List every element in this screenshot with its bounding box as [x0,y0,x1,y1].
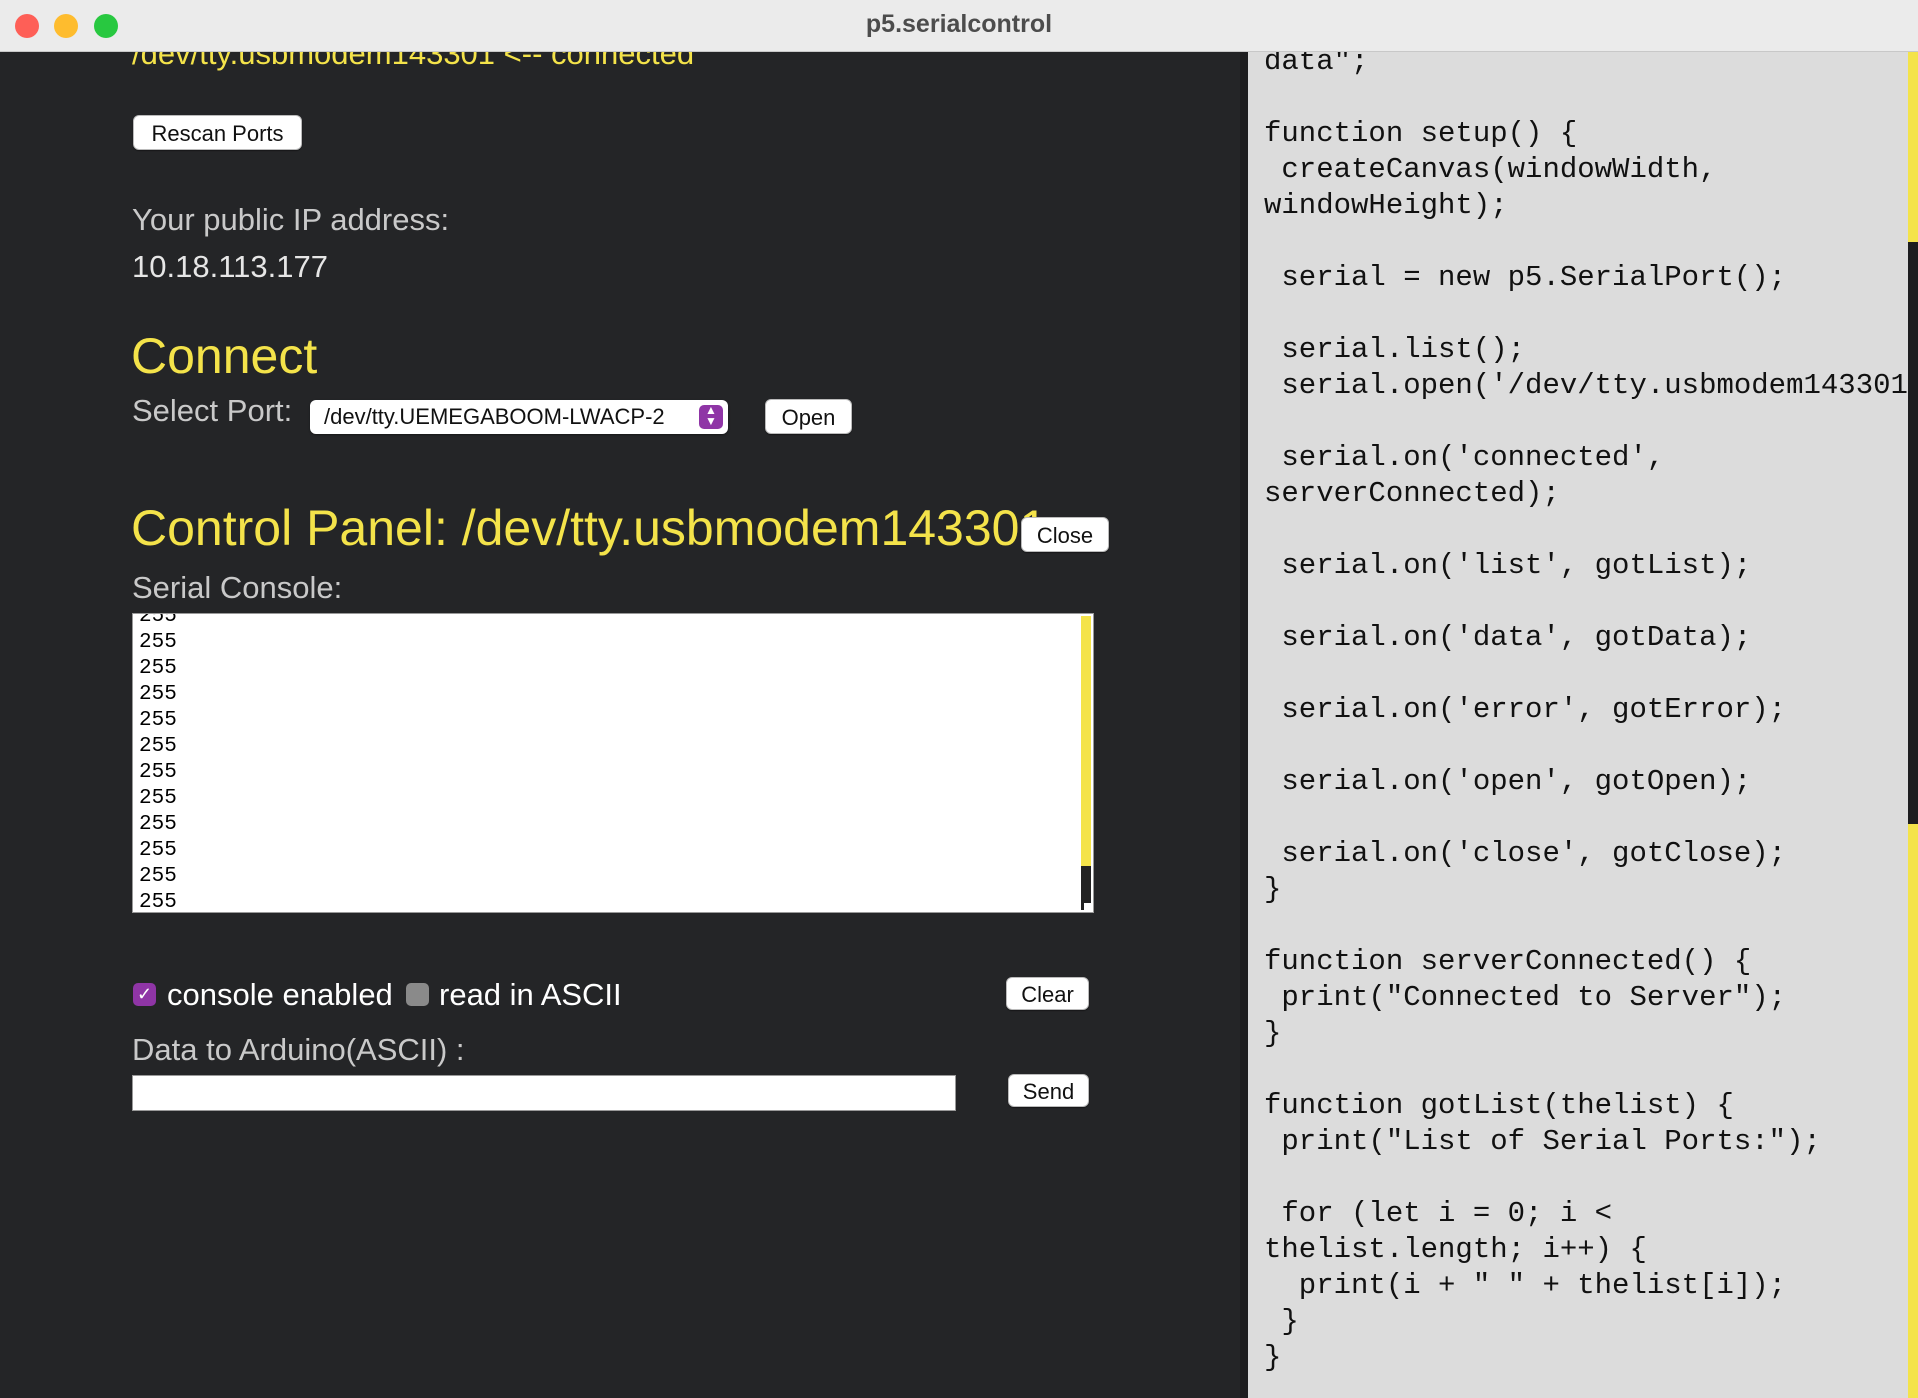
serial-control-panel: /dev/tty.usbmodem143301 <-- connected Re… [0,52,1240,1398]
connect-heading: Connect [131,328,318,384]
control-panel-heading: Control Panel: /dev/tty.usbmodem143301 [131,500,1048,556]
console-line: 255 [139,735,177,758]
console-line: 255 [139,631,177,654]
code-scroll-track-highlight [1908,824,1918,1398]
port-select-value: /dev/tty.UEMEGABOOM-LWACP-2 [324,404,665,429]
send-button[interactable]: Send [1008,1074,1089,1107]
rescan-ports-button[interactable]: Rescan Ports [133,115,302,150]
console-line: 255 [139,839,177,862]
console-line: 255 [139,613,177,628]
console-output: 255 255 255 255 255 255 255 255 255 255 255 255 [139,613,177,913]
console-line: 255 [139,683,177,706]
console-scrollbar[interactable] [1081,616,1091,910]
select-arrows-icon: ▲ ▼ [699,404,723,429]
code-scroll-thumb[interactable] [1908,52,1918,242]
port-select[interactable]: /dev/tty.UEMEGABOOM-LWACP-2 ▲ ▼ [310,400,728,434]
read-ascii-checkbox[interactable] [406,983,429,1006]
console-line: 255 [139,891,177,913]
data-to-arduino-input[interactable] [132,1075,956,1111]
console-enabled-checkbox[interactable]: ✓ [133,983,156,1006]
console-line: 255 [139,787,177,810]
console-line: 255 [139,813,177,836]
ip-address-value: 10.18.113.177 [132,249,328,284]
serial-console-label: Serial Console: [132,570,343,605]
connection-status: /dev/tty.usbmodem143301 <-- connected [132,52,695,71]
console-enabled-label: console enabled [167,977,393,1012]
code-scrollbar[interactable] [1908,52,1918,1398]
select-port-label: Select Port: [132,393,293,428]
clear-console-button[interactable]: Clear [1006,977,1089,1010]
open-port-button[interactable]: Open [765,399,852,434]
window-titlebar: p5.serialcontrol [0,0,1918,52]
console-line: 255 [139,761,177,784]
close-port-button[interactable]: Close [1021,517,1109,552]
ip-address-label: Your public IP address: [132,202,450,237]
console-scroll-thumb[interactable] [1081,616,1091,866]
resize-grip-icon[interactable] [1084,903,1092,911]
console-line: 255 [139,709,177,732]
console-line: 255 [139,657,177,680]
read-ascii-label: read in ASCII [439,977,622,1012]
code-editor-panel[interactable]: data"; function setup() { createCanvas(w… [1240,52,1918,1398]
console-line: 255 [139,865,177,888]
data-to-arduino-label: Data to Arduino(ASCII) : [132,1032,465,1067]
sketch-code[interactable]: data"; function setup() { createCanvas(w… [1264,52,1918,1376]
serial-console[interactable]: 255 255 255 255 255 255 255 255 255 255 255 255 [132,613,1094,913]
window-title: p5.serialcontrol [865,10,1053,38]
